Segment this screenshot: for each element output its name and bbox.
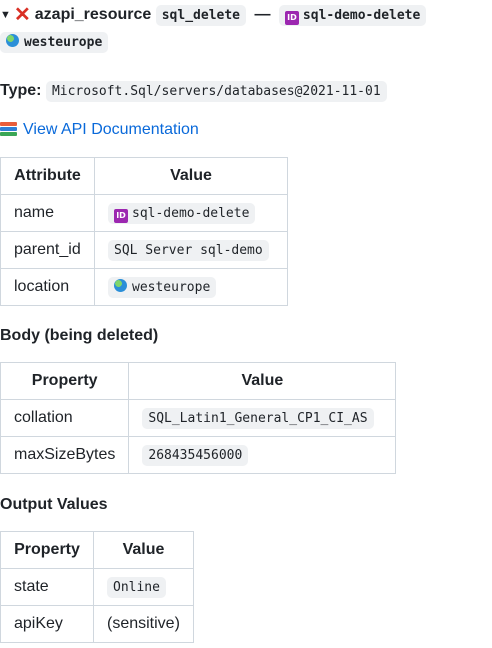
attribute-name: name — [0, 194, 95, 232]
output-table: Property Value state Online apiKey (sens… — [0, 531, 194, 643]
resource-type: azapi_resource — [34, 6, 152, 23]
table-row: parent_id SQL Server sql-demo — [0, 231, 288, 269]
location-cell-value: westeurope — [132, 280, 211, 295]
property-value: 268435456000 — [128, 436, 397, 474]
id-badge-icon: ID — [284, 11, 299, 25]
table-row: maxSizeBytes 268435456000 — [0, 436, 397, 474]
column-header: Property — [0, 362, 130, 400]
column-header: Property — [0, 531, 94, 569]
resource-name: sql_delete — [155, 5, 247, 26]
api-docs-link[interactable]: View API Documentation — [23, 121, 199, 138]
triangle-down-icon[interactable]: ▼ — [0, 2, 11, 28]
resource-details: ▼ ✕ azapi_resource sql_delete — ID sql-demo… — [0, 0, 492, 643]
body-heading: Body (being deleted) — [0, 327, 159, 344]
table-row: apiKey (sensitive) — [0, 605, 194, 643]
property-value: (sensitive) — [93, 605, 194, 643]
docs-line: View API Documentation — [0, 117, 492, 143]
red-x-icon: ✕ — [14, 4, 31, 26]
display-name-code: ID sql-demo-delete — [278, 5, 427, 26]
property-value: SQL_Latin1_General_CP1_CI_AS — [128, 399, 397, 437]
attribute-name: parent_id — [0, 231, 95, 269]
attribute-name: location — [0, 268, 95, 306]
attribute-value: ID sql-demo-delete — [94, 194, 288, 232]
display-name: sql-demo-delete — [302, 8, 421, 23]
collation-value: SQL_Latin1_General_CP1_CI_AS — [142, 408, 374, 429]
column-header: Attribute — [0, 157, 95, 195]
state-value: Online — [107, 577, 166, 598]
property-name: maxSizeBytes — [0, 436, 130, 474]
attributes-table: Attribute Value name ID sql-demo-delete p… — [0, 157, 288, 306]
globe-icon — [114, 279, 127, 292]
column-header: Value — [94, 157, 288, 195]
id-badge-icon: ID — [114, 208, 128, 223]
property-name: state — [0, 568, 94, 606]
table-header-row: Property Value — [0, 531, 194, 569]
body-table: Property Value collation SQL_Latin1_Gene… — [0, 362, 397, 474]
table-row: state Online — [0, 568, 194, 606]
table-row: location westeurope — [0, 268, 288, 306]
property-name: collation — [0, 399, 130, 437]
globe-icon — [6, 34, 19, 47]
location-code: westeurope — [0, 32, 109, 53]
books-icon — [0, 122, 17, 136]
separator: — — [254, 6, 271, 23]
resource-summary[interactable]: ▼ ✕ azapi_resource sql_delete — ID sql-demo… — [0, 0, 492, 56]
location-value: westeurope — [24, 35, 103, 50]
property-name: apiKey — [0, 605, 94, 643]
type-line: Type: Microsoft.Sql/servers/databases@20… — [0, 78, 492, 105]
type-value: Microsoft.Sql/servers/databases@2021-11-… — [45, 81, 387, 102]
column-header: Value — [128, 362, 397, 400]
name-value: sql-demo-delete — [132, 205, 250, 221]
property-value: Online — [93, 568, 194, 606]
attribute-value: westeurope — [94, 268, 288, 306]
table-row: collation SQL_Latin1_General_CP1_CI_AS — [0, 399, 397, 437]
max-size-value: 268435456000 — [142, 445, 249, 466]
type-label: Type: — [0, 82, 42, 99]
parent-id-value: SQL Server sql-demo — [108, 240, 269, 261]
column-header: Value — [93, 531, 194, 569]
attribute-value: SQL Server sql-demo — [94, 231, 288, 269]
table-header-row: Property Value — [0, 362, 397, 400]
output-heading: Output Values — [0, 496, 108, 513]
table-row: name ID sql-demo-delete — [0, 194, 288, 232]
table-header-row: Attribute Value — [0, 157, 288, 195]
